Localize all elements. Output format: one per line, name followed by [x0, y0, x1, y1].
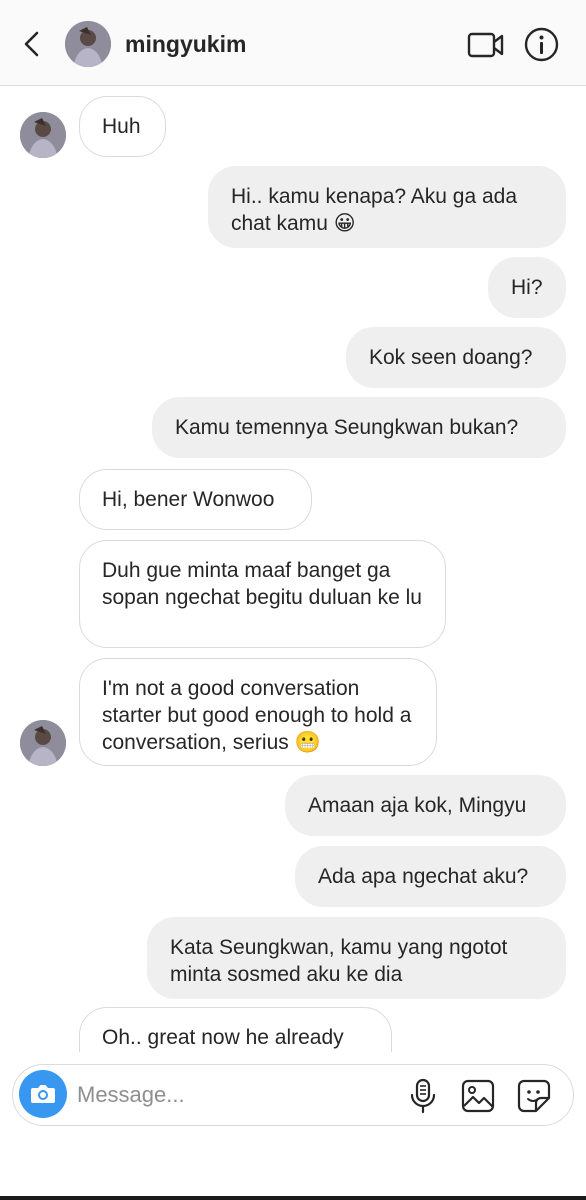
message-bubble-incoming[interactable]: Duh gue minta maaf banget ga sopan ngech… — [79, 540, 446, 648]
message-composer — [12, 1064, 574, 1126]
message-bubble-outgoing[interactable]: Hi.. kamu kenapa? Aku ga ada chat kamu 😀 — [208, 166, 566, 248]
microphone-icon — [410, 1078, 436, 1114]
gallery-button[interactable] — [460, 1078, 496, 1114]
video-camera-icon — [467, 32, 504, 58]
message-bubble-outgoing[interactable]: Amaan aja kok, Mingyu — [285, 775, 566, 836]
message-bubble-outgoing[interactable]: Kok seen doang? — [346, 327, 566, 388]
gallery-icon — [461, 1079, 495, 1113]
message-input[interactable] — [77, 1079, 397, 1111]
message-bubble-incoming[interactable]: Huh — [79, 96, 166, 157]
message-bubble-incoming[interactable]: Oh.. great now he already spilled everyt… — [79, 1007, 392, 1052]
sticker-icon — [517, 1079, 551, 1113]
video-call-button[interactable] — [467, 30, 505, 60]
chevron-left-icon — [24, 31, 39, 57]
avatar[interactable] — [65, 21, 111, 67]
chat-header: mingyukim — [0, 0, 586, 86]
chat-username[interactable]: mingyukim — [125, 31, 246, 58]
voice-message-button[interactable] — [407, 1077, 439, 1115]
message-bubble-incoming[interactable]: I'm not a good conversation starter but … — [79, 658, 437, 766]
back-button[interactable] — [18, 28, 46, 60]
camera-button[interactable] — [19, 1070, 67, 1118]
camera-icon — [31, 1085, 55, 1103]
message-bubble-outgoing[interactable]: Kamu temennya Seungkwan bukan? — [152, 397, 566, 458]
message-bubble-outgoing[interactable]: Hi? — [488, 257, 566, 318]
avatar[interactable] — [20, 720, 66, 766]
info-button[interactable] — [524, 27, 559, 62]
message-thread[interactable]: Huh Hi.. kamu kenapa? Aku ga ada chat ka… — [0, 86, 586, 1052]
bottom-edge-bar — [0, 1196, 586, 1200]
message-bubble-outgoing[interactable]: Ada apa ngechat aku? — [295, 846, 566, 907]
sticker-button[interactable] — [516, 1078, 552, 1114]
info-icon — [524, 27, 559, 62]
avatar[interactable] — [20, 112, 66, 158]
message-bubble-outgoing[interactable]: Kata Seungkwan, kamu yang ngotot minta s… — [147, 917, 566, 999]
message-bubble-incoming[interactable]: Hi, bener Wonwoo — [79, 469, 312, 530]
